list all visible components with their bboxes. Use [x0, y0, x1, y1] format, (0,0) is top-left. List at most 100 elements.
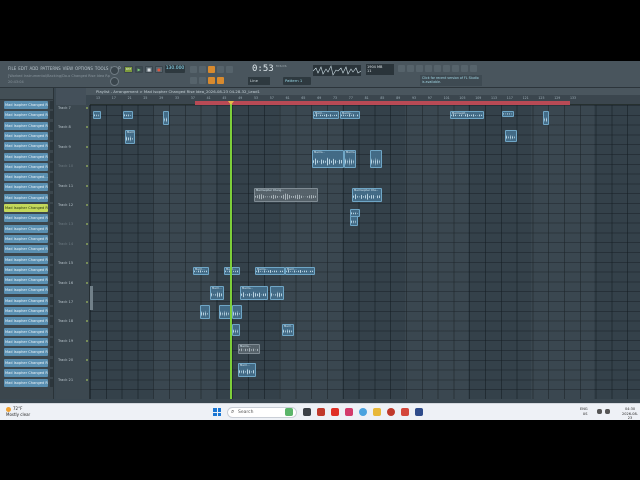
menu-edit[interactable]: EDIT: [18, 66, 27, 71]
typing-keyboard-icon[interactable]: [208, 77, 215, 84]
browser-item-handle[interactable]: [50, 234, 53, 243]
pattern-select[interactable]: Pattern 1: [283, 77, 311, 85]
track-name[interactable]: Track 16: [58, 281, 73, 285]
browser-item-handle[interactable]: [50, 255, 53, 264]
track-mute-led[interactable]: [86, 223, 88, 226]
browser-item-handle[interactable]: [50, 162, 53, 171]
pat-song-toggle[interactable]: PAT: [124, 66, 133, 73]
system-tray-language[interactable]: ENG US: [580, 407, 588, 416]
browser-item-handle[interactable]: [50, 245, 53, 254]
track-mute-led[interactable]: [86, 107, 88, 109]
audio-clip[interactable]: Mad Is...: [238, 344, 260, 354]
track-mute-led[interactable]: [86, 165, 88, 168]
wifi-icon[interactable]: [597, 409, 602, 414]
track-mute-led[interactable]: [86, 378, 88, 381]
audio-clip[interactable]: Mad I...: [282, 324, 294, 336]
track-name[interactable]: Track 17: [58, 300, 73, 304]
volume-icon[interactable]: [605, 409, 610, 414]
menu-view[interactable]: VIEW: [63, 66, 73, 71]
track-mute-led[interactable]: [86, 262, 88, 265]
track-name[interactable]: Track 19: [58, 339, 73, 343]
playlist-scrollbar[interactable]: [90, 286, 93, 310]
browser-item[interactable]: Mad Isopher Changed Rise: [4, 276, 48, 285]
loop-record-icon[interactable]: [217, 66, 224, 73]
track-mute-led[interactable]: [86, 339, 88, 342]
browser-item[interactable]: Mad Isopher Changed Rise: [4, 234, 48, 243]
track-name[interactable]: Track 11: [58, 184, 73, 188]
browser-item[interactable]: Mad Isopher Changed Rise: [4, 327, 48, 336]
widget-app-icon[interactable]: [285, 408, 293, 416]
blend-notes-icon[interactable]: [226, 66, 233, 73]
channel-rack-icon[interactable]: [416, 65, 423, 72]
audio-clip[interactable]: Mad Isopher Chang...: [254, 188, 318, 202]
track-name[interactable]: Track 7: [58, 106, 71, 110]
browser-item[interactable]: Mad Isopher Changed Rise: [4, 183, 48, 192]
browser-item[interactable]: Mad Isopher Changed Rise: [4, 348, 48, 357]
media-app-icon[interactable]: [345, 408, 353, 416]
browser-item-handle[interactable]: [50, 183, 53, 192]
browser-item-handle[interactable]: [50, 214, 53, 223]
record-button[interactable]: ●: [155, 66, 163, 73]
audio-clip[interactable]: Mad Is...: [340, 111, 360, 119]
app-icon[interactable]: [415, 408, 423, 416]
task-view-icon[interactable]: [303, 408, 311, 416]
browser-item-handle[interactable]: [50, 368, 53, 377]
browser-item-handle[interactable]: [50, 337, 53, 346]
menu-tools[interactable]: TOOLS: [95, 66, 109, 71]
master-pitch-knob[interactable]: [110, 77, 119, 86]
audio-clip[interactable]: [200, 305, 210, 319]
browser-item-handle[interactable]: [50, 193, 53, 202]
track-mute-led[interactable]: [86, 184, 88, 187]
audio-clip[interactable]: [543, 111, 549, 125]
menu-file[interactable]: FILE: [8, 66, 16, 71]
track-name[interactable]: Track 8: [58, 125, 71, 129]
metronome-icon[interactable]: [190, 66, 197, 73]
audio-clip[interactable]: Mad Is...: [240, 286, 268, 300]
track-name[interactable]: Track 15: [58, 261, 73, 265]
tempo-display[interactable]: 130.000: [165, 65, 185, 73]
audio-clip[interactable]: Mad Is...: [125, 130, 135, 144]
browser-item-handle[interactable]: [50, 265, 53, 274]
browser-item[interactable]: Mad Isopher Changed Rise: [4, 307, 48, 315]
audio-clip[interactable]: [502, 111, 514, 117]
undo-icon[interactable]: [190, 77, 197, 84]
track-name[interactable]: Track 10: [58, 164, 73, 168]
dj-icon[interactable]: [470, 65, 477, 72]
track-mute-led[interactable]: [86, 320, 88, 323]
browser-item[interactable]: Mad Isopher Changed Rise: [4, 337, 48, 346]
audio-clip[interactable]: Mad I...: [313, 111, 339, 119]
browser-item-handle[interactable]: [50, 173, 53, 182]
browser-item-handle[interactable]: [50, 131, 53, 140]
browser-item[interactable]: Mad Isopher Changed Rise: [4, 224, 48, 233]
browser-item[interactable]: Mad Isopher Changed Rise: [4, 162, 48, 171]
youtube-app-icon[interactable]: [331, 408, 339, 416]
browser-item[interactable]: Mad Isopher Changed...: [4, 173, 48, 182]
browser-item-handle[interactable]: [50, 111, 53, 120]
audio-clip[interactable]: Mad Is...: [312, 150, 344, 168]
browser-item[interactable]: Mad Isopher Changed Rise: [4, 245, 48, 254]
browser-item[interactable]: Mad Isopher Changed Rise: [4, 204, 48, 212]
song-time-display[interactable]: 0:53: [252, 64, 274, 74]
mixer-icon[interactable]: [425, 65, 432, 72]
browser-item[interactable]: Mad Isopher Changed Rise: [4, 142, 48, 151]
audio-clip[interactable]: Mad I...: [238, 363, 256, 377]
browser-item-handle[interactable]: [50, 286, 53, 295]
audio-clip[interactable]: [270, 286, 284, 300]
master-volume-knob[interactable]: [110, 66, 119, 75]
weather-widget[interactable]: 72°F Mostly clear: [6, 406, 30, 417]
update-hint[interactable]: Click for recent version of FL Studio is…: [420, 75, 482, 86]
menu-options[interactable]: OPTIONS: [75, 66, 93, 71]
audio-clip[interactable]: [163, 111, 169, 125]
playhead[interactable]: [230, 101, 232, 399]
browser-item-handle[interactable]: [50, 327, 53, 336]
playhead-marker[interactable]: [228, 101, 234, 105]
opera-icon[interactable]: [387, 408, 395, 416]
browser-item[interactable]: Mad Isopher Changed Rise: [4, 358, 48, 367]
browser-item[interactable]: Mad Isopher Changed Rise: [4, 317, 48, 326]
track-name[interactable]: Track 12: [58, 203, 73, 207]
browser-item-handle[interactable]: [50, 276, 53, 285]
browser-item[interactable]: Mad Isopher Changed Rise: [4, 101, 48, 109]
file-explorer-icon[interactable]: [373, 408, 381, 416]
windows-start-button[interactable]: [213, 408, 221, 416]
audio-clip[interactable]: Mad I...: [193, 267, 209, 275]
